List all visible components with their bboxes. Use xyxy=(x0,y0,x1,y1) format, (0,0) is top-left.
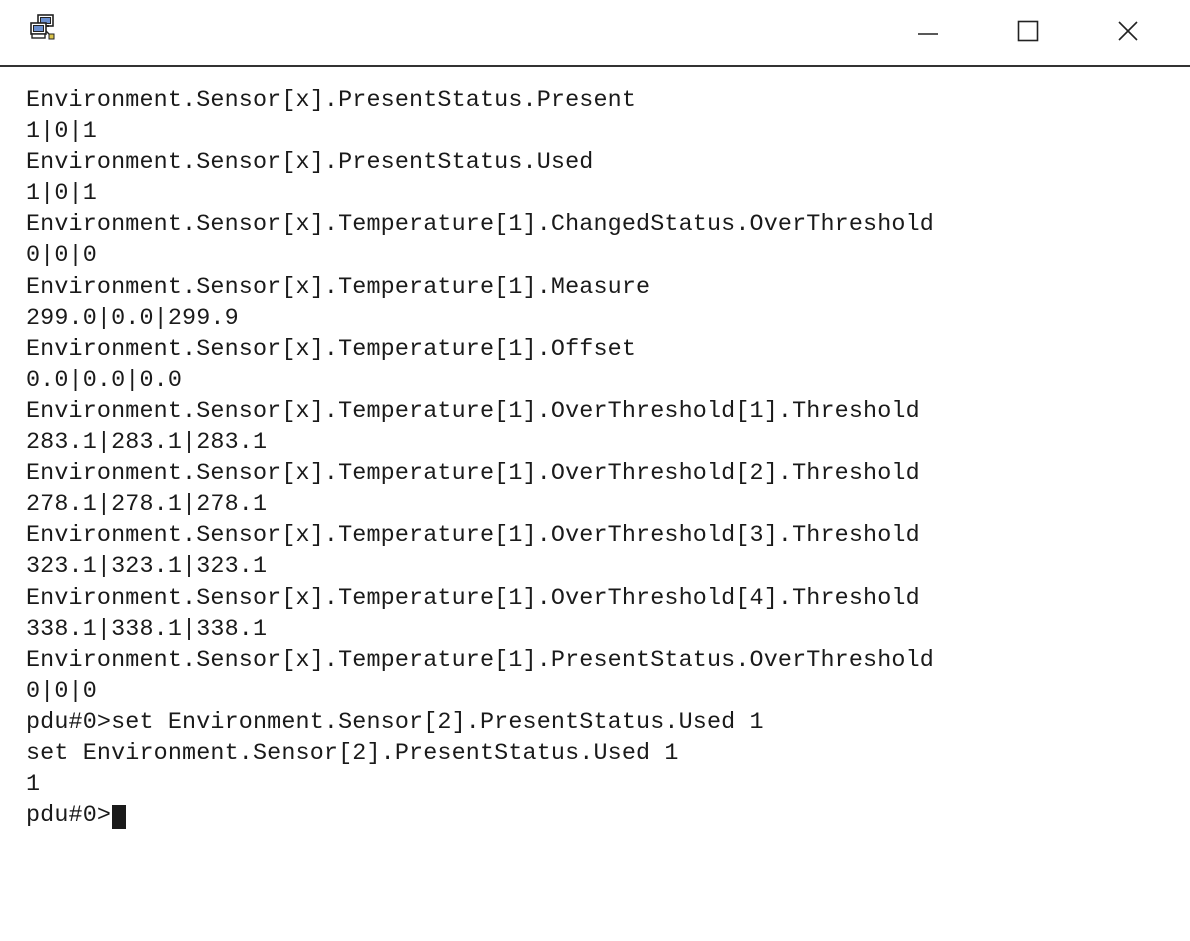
terminal-line: 0|0|0 xyxy=(26,243,97,270)
maximize-icon xyxy=(1016,19,1040,48)
terminal-line: Environment.Sensor[x].PresentStatus.Used xyxy=(26,150,594,177)
terminal-line: Environment.Sensor[x].PresentStatus.Pres… xyxy=(26,88,637,114)
terminal-line: Environment.Sensor[x].Temperature[1].Cha… xyxy=(26,212,934,239)
terminal-app-icon[interactable] xyxy=(28,13,58,43)
terminal-line: Environment.Sensor[x].Temperature[1].Off… xyxy=(26,336,637,363)
terminal-line: set Environment.Sensor[2].PresentStatus.… xyxy=(26,740,679,767)
terminal-line: 1|0|1 xyxy=(26,119,97,146)
minimize-button[interactable] xyxy=(888,0,968,66)
terminal-line: 278.1|278.1|278.1 xyxy=(26,492,268,519)
text-cursor xyxy=(112,804,127,829)
terminal-line: 283.1|283.1|283.1 xyxy=(26,430,268,457)
close-icon xyxy=(1116,19,1140,48)
terminal-line: Environment.Sensor[x].Temperature[1].Ove… xyxy=(26,523,920,550)
terminal-line: pdu#0>set Environment.Sensor[2].PresentS… xyxy=(26,709,764,736)
terminal-line: 323.1|323.1|323.1 xyxy=(26,554,268,581)
minimize-icon xyxy=(916,19,940,48)
terminal-line: 0|0|0 xyxy=(26,678,97,705)
terminal-line: Environment.Sensor[x].Temperature[1].Ove… xyxy=(26,585,920,612)
terminal-line: 1|0|1 xyxy=(26,181,97,208)
terminal-line: 1 xyxy=(26,772,41,799)
prompt-text: pdu#0> xyxy=(26,803,112,830)
terminal-line: Environment.Sensor[x].Temperature[1].Mea… xyxy=(26,274,651,301)
command-prompt[interactable]: pdu#0> xyxy=(26,801,934,832)
close-button[interactable] xyxy=(1088,0,1168,66)
terminal-line: 299.0|0.0|299.9 xyxy=(26,305,239,332)
terminal-output[interactable]: Environment.Sensor[x].PresentStatus.Pres… xyxy=(0,67,1190,941)
terminal-line: Environment.Sensor[x].Temperature[1].Ove… xyxy=(26,461,920,488)
terminal-line: 338.1|338.1|338.1 xyxy=(26,616,268,643)
maximize-button[interactable] xyxy=(988,0,1068,66)
terminal-line: Environment.Sensor[x].Temperature[1].Ove… xyxy=(26,398,920,425)
terminal-lines: Environment.Sensor[x].PresentStatus.Pres… xyxy=(26,86,934,832)
terminal-line: Environment.Sensor[x].Temperature[1].Pre… xyxy=(26,647,934,674)
title-bar xyxy=(0,0,1190,67)
terminal-line: 0.0|0.0|0.0 xyxy=(26,367,183,394)
